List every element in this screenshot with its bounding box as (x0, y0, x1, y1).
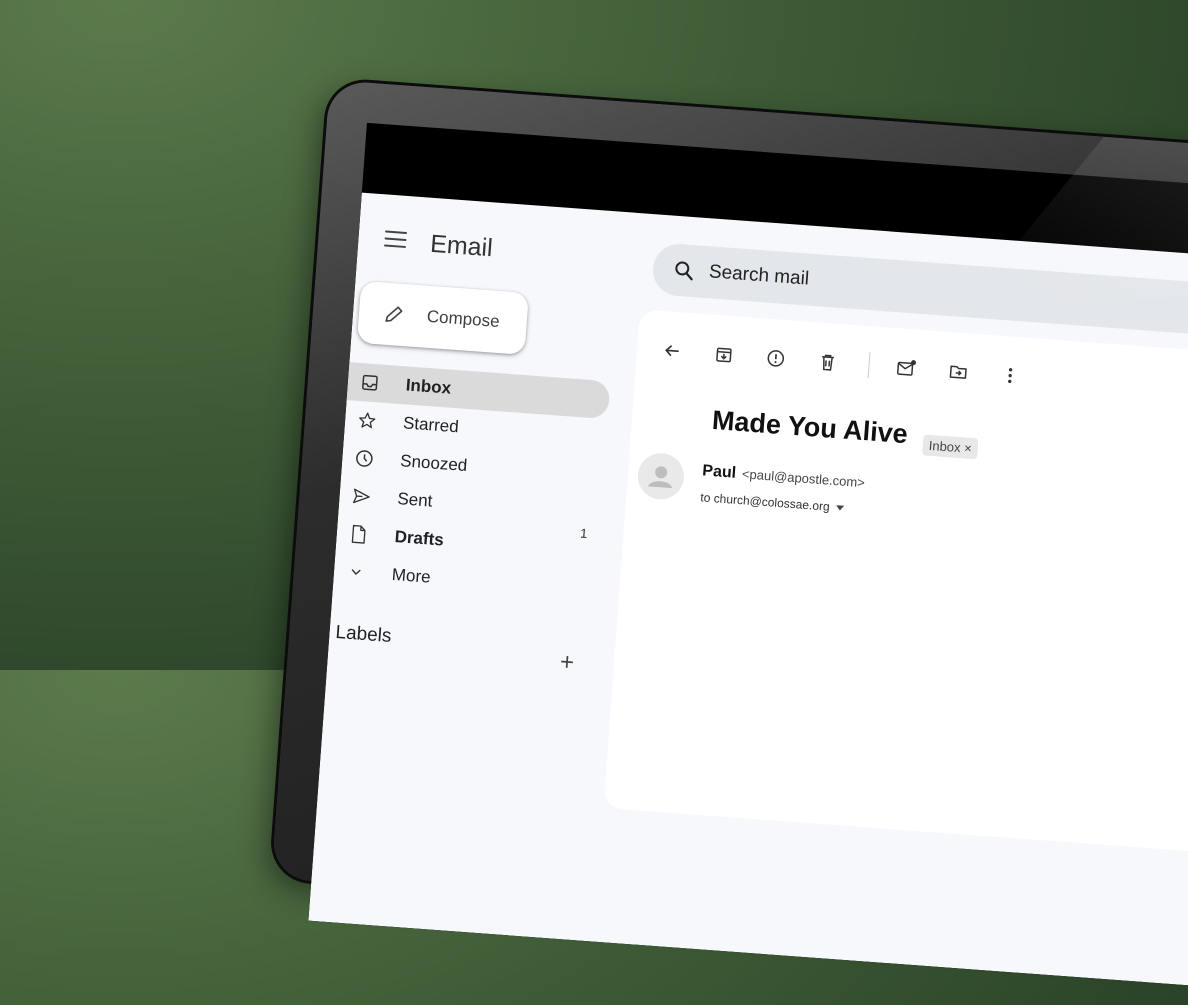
recipient-line[interactable]: to church@colossae.org (700, 490, 844, 514)
sidebar-item-label: Starred (402, 413, 460, 437)
drafts-count: 1 (579, 525, 589, 542)
email-app: Email Compose Inbox Starred Snoozed Sent… (308, 192, 1188, 1000)
inbox-label-badge[interactable]: Inbox × (922, 434, 979, 460)
laptop-screen: Email Compose Inbox Starred Snoozed Sent… (308, 122, 1188, 1000)
sender-email: <paul@apostle.com> (741, 466, 866, 491)
clock-icon (354, 448, 375, 469)
menu-icon[interactable] (383, 230, 408, 249)
chevron-down-icon (345, 562, 366, 583)
back-arrow-icon[interactable] (660, 339, 684, 363)
sidebar-item-label: More (391, 564, 432, 587)
more-vert-icon[interactable] (998, 364, 1022, 388)
add-label-button[interactable]: + (559, 648, 575, 677)
sidebar-item-label: Drafts (394, 526, 445, 550)
message-subject: Made You Alive (711, 404, 909, 450)
message-toolbar (660, 337, 1052, 392)
star-icon (356, 410, 377, 431)
compose-label: Compose (426, 306, 501, 332)
mark-unread-icon[interactable] (895, 356, 919, 380)
sidebar-item-label: Snoozed (399, 451, 468, 476)
app-title: Email (429, 229, 494, 263)
draft-icon (348, 524, 369, 545)
inbox-icon (359, 372, 380, 393)
search-input[interactable]: Search mail (708, 261, 810, 290)
archive-icon[interactable] (712, 343, 736, 367)
labels-heading: Labels (334, 621, 393, 647)
report-spam-icon[interactable] (764, 347, 788, 371)
caret-down-icon[interactable] (835, 505, 844, 512)
avatar (636, 451, 686, 501)
move-to-icon[interactable] (947, 360, 971, 384)
message-panel: Made You Alive Inbox × Paul <paul@apostle… (603, 309, 1188, 861)
sender-line: Paul <paul@apostle.com> (702, 462, 866, 492)
laptop-frame: Email Compose Inbox Starred Snoozed Sent… (271, 80, 1188, 1000)
pencil-icon (385, 306, 403, 322)
search-icon (675, 261, 693, 281)
sidebar-item-label: Sent (396, 489, 434, 511)
send-icon (351, 486, 372, 507)
sidebar-nav: Inbox Starred Snoozed Sent Drafts 1 More (333, 362, 629, 610)
compose-button[interactable]: Compose (356, 280, 529, 355)
toolbar-divider (867, 352, 871, 379)
delete-icon[interactable] (816, 350, 840, 374)
sidebar-item-label: Inbox (405, 375, 452, 398)
sender-name: Paul (701, 462, 737, 482)
recipient-text: to church@colossae.org (699, 490, 831, 514)
